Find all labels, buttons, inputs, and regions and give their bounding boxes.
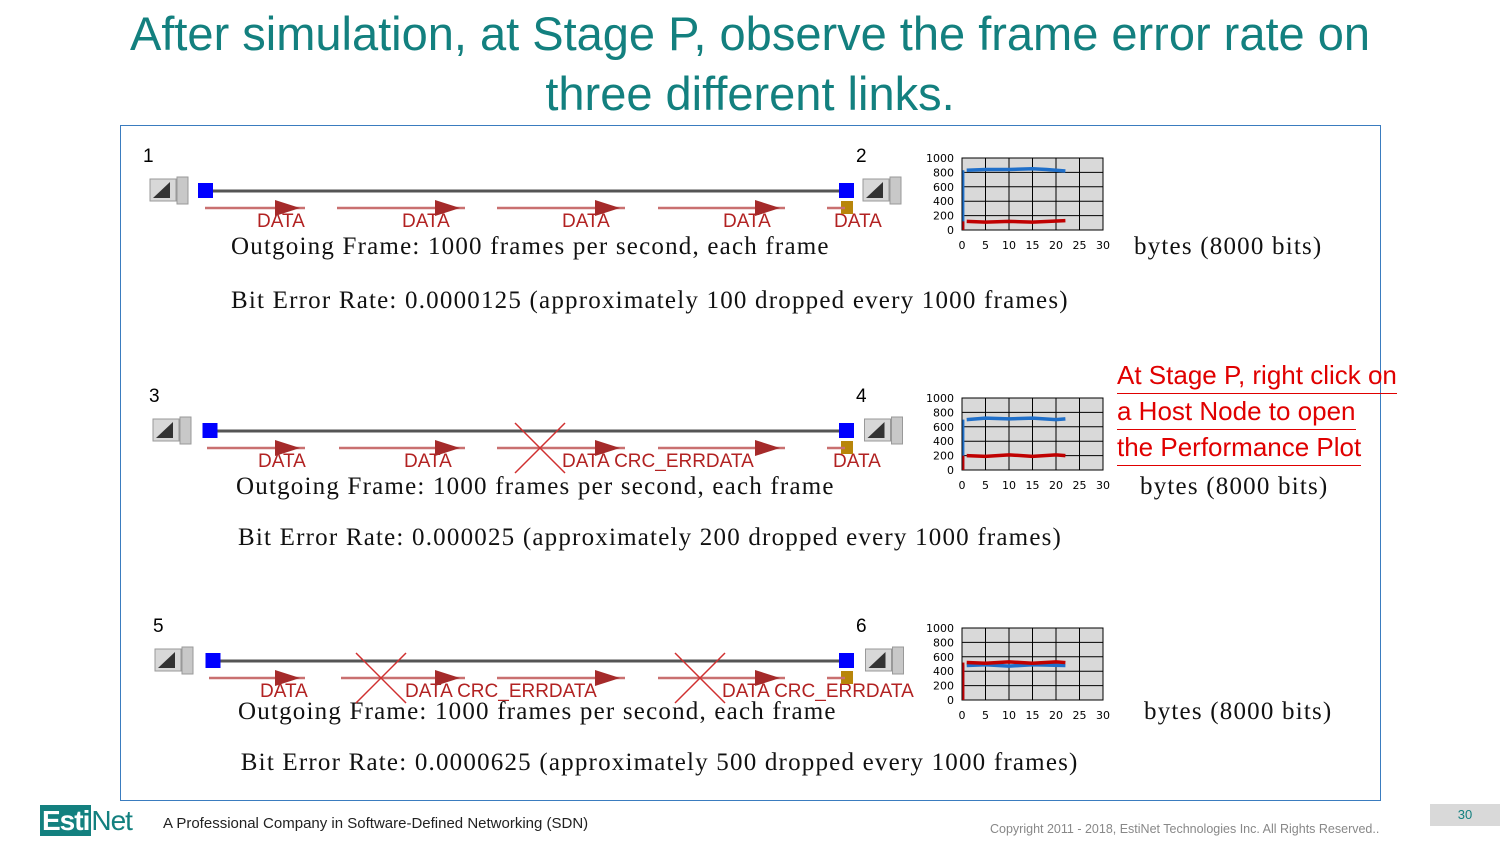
- packet-arrow-head: [755, 200, 780, 216]
- link-diagram: [149, 176, 902, 216]
- x-tick-label: 10: [1002, 239, 1016, 252]
- y-tick-label: 200: [933, 680, 954, 693]
- packet-arrow-head: [435, 440, 460, 456]
- link-port[interactable]: [839, 423, 854, 438]
- x-tick-label: 15: [1026, 709, 1040, 722]
- x-tick-label: 15: [1026, 479, 1040, 492]
- y-tick-label: 200: [933, 210, 954, 223]
- y-tick-label: 1000: [926, 622, 954, 635]
- footer-tagline: A Professional Company in Software-Defin…: [163, 815, 589, 832]
- y-tick-label: 600: [933, 181, 954, 194]
- host-b-computer-icon[interactable]: [865, 646, 904, 675]
- y-tick-label: 800: [933, 636, 954, 649]
- packet-arrow-head: [435, 670, 460, 686]
- link-port[interactable]: [839, 653, 854, 668]
- x-tick-label: 25: [1073, 709, 1087, 722]
- host-a-computer-icon[interactable]: [152, 416, 192, 445]
- bit-error-rate-text: Bit Error Rate: 0.000025 (approximately …: [238, 524, 1063, 551]
- link-port[interactable]: [205, 653, 221, 668]
- packet-arrow-head: [595, 440, 620, 456]
- y-tick-label: 400: [933, 665, 954, 678]
- x-tick-label: 20: [1049, 709, 1063, 722]
- performance-plot[interactable]: 100080060040020000 5 10 15 20 25 30: [915, 620, 1115, 730]
- x-tick-label: 10: [1002, 479, 1016, 492]
- copyright: Copyright 2011 - 2018, EstiNet Technolog…: [990, 822, 1380, 836]
- performance-plot[interactable]: 100080060040020000 5 10 15 20 25 30: [915, 150, 1115, 260]
- packet-arrow-head: [435, 200, 460, 216]
- y-tick-label: 400: [933, 435, 954, 448]
- drop-series: [966, 453, 1066, 459]
- host-b-computer-icon[interactable]: [862, 176, 902, 205]
- x-tick-label: 30: [1096, 479, 1110, 492]
- host-a-computer-icon[interactable]: [154, 646, 194, 675]
- performance-plot[interactable]: 100080060040020000 5 10 15 20 25 30: [915, 390, 1115, 500]
- x-tick-label: 10: [1002, 709, 1016, 722]
- estinet-logo: EstiNet: [40, 805, 133, 837]
- drop-series: [966, 218, 1066, 224]
- note-line-3: the Performance Plot: [1117, 430, 1362, 466]
- link-port[interactable]: [198, 183, 213, 198]
- packet-arrow-head: [595, 200, 620, 216]
- x-tick-label: 5: [982, 239, 989, 252]
- logo-rest: Net: [91, 805, 133, 836]
- bit-error-rate-text: Bit Error Rate: 0.0000125 (approximately…: [231, 287, 1069, 314]
- drop-series: [966, 660, 1066, 666]
- x-tick-label: 0: [959, 239, 966, 252]
- x-tick-label: 0: [959, 479, 966, 492]
- packet-arrow-head: [275, 670, 300, 686]
- x-tick-label: 25: [1073, 239, 1087, 252]
- title-line-2: three different links.: [545, 67, 955, 120]
- logo-box: Esti: [40, 805, 92, 836]
- x-tick-label: 5: [982, 479, 989, 492]
- throughput-series: [966, 416, 1066, 422]
- x-tick-label: 15: [1026, 239, 1040, 252]
- x-tick-label: 30: [1096, 239, 1110, 252]
- x-tick-label: 0: [959, 709, 966, 722]
- note-line-1: At Stage P, right click on: [1117, 358, 1397, 394]
- host-b-computer-icon[interactable]: [864, 416, 903, 445]
- page-number: 30: [1430, 804, 1500, 826]
- title-line-1: After simulation, at Stage P, observe th…: [129, 7, 1371, 60]
- link-diagram: [154, 646, 904, 704]
- host-a-computer-icon[interactable]: [149, 176, 189, 205]
- packet-arrow-head: [755, 440, 780, 456]
- link-port[interactable]: [839, 183, 854, 198]
- packet-arrow-head: [275, 200, 300, 216]
- x-tick-label: 25: [1073, 479, 1087, 492]
- x-tick-label: 30: [1096, 709, 1110, 722]
- throughput-series: [966, 167, 1066, 173]
- y-tick-label: 0: [947, 224, 954, 237]
- x-tick-label: 5: [982, 709, 989, 722]
- bit-error-rate-text: Bit Error Rate: 0.0000625 (approximately…: [240, 749, 1079, 776]
- y-tick-label: 800: [933, 166, 954, 179]
- packet-arrow-head: [755, 670, 780, 686]
- y-tick-label: 1000: [926, 392, 954, 405]
- y-tick-label: 1000: [926, 152, 954, 165]
- slide-title: After simulation, at Stage P, observe th…: [0, 4, 1500, 124]
- y-tick-label: 0: [947, 464, 954, 477]
- y-tick-label: 0: [947, 694, 954, 707]
- packet-arrow-head: [595, 670, 620, 686]
- y-tick-label: 600: [933, 421, 954, 434]
- y-tick-label: 600: [933, 651, 954, 664]
- link-port[interactable]: [202, 423, 218, 438]
- y-tick-label: 400: [933, 195, 954, 208]
- annotation-note: At Stage P, right click on a Host Node t…: [1117, 358, 1397, 466]
- packet-arrow-head: [275, 440, 300, 456]
- throughput-series: [966, 662, 1066, 668]
- x-tick-label: 20: [1049, 239, 1063, 252]
- y-tick-label: 800: [933, 406, 954, 419]
- y-tick-label: 200: [933, 450, 954, 463]
- note-line-2: a Host Node to open: [1117, 394, 1356, 430]
- x-tick-label: 20: [1049, 479, 1063, 492]
